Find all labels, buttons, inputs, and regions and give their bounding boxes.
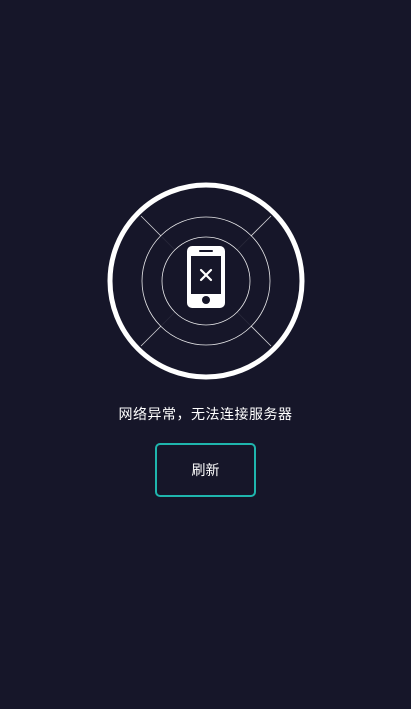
phone-disconnected-icon <box>107 182 305 380</box>
phone-icon <box>187 246 225 308</box>
refresh-button[interactable]: 刷新 <box>155 443 256 497</box>
error-message: 网络异常，无法连接服务器 <box>118 407 293 423</box>
refresh-button-label: 刷新 <box>191 463 220 479</box>
network-error-illustration <box>105 180 307 382</box>
